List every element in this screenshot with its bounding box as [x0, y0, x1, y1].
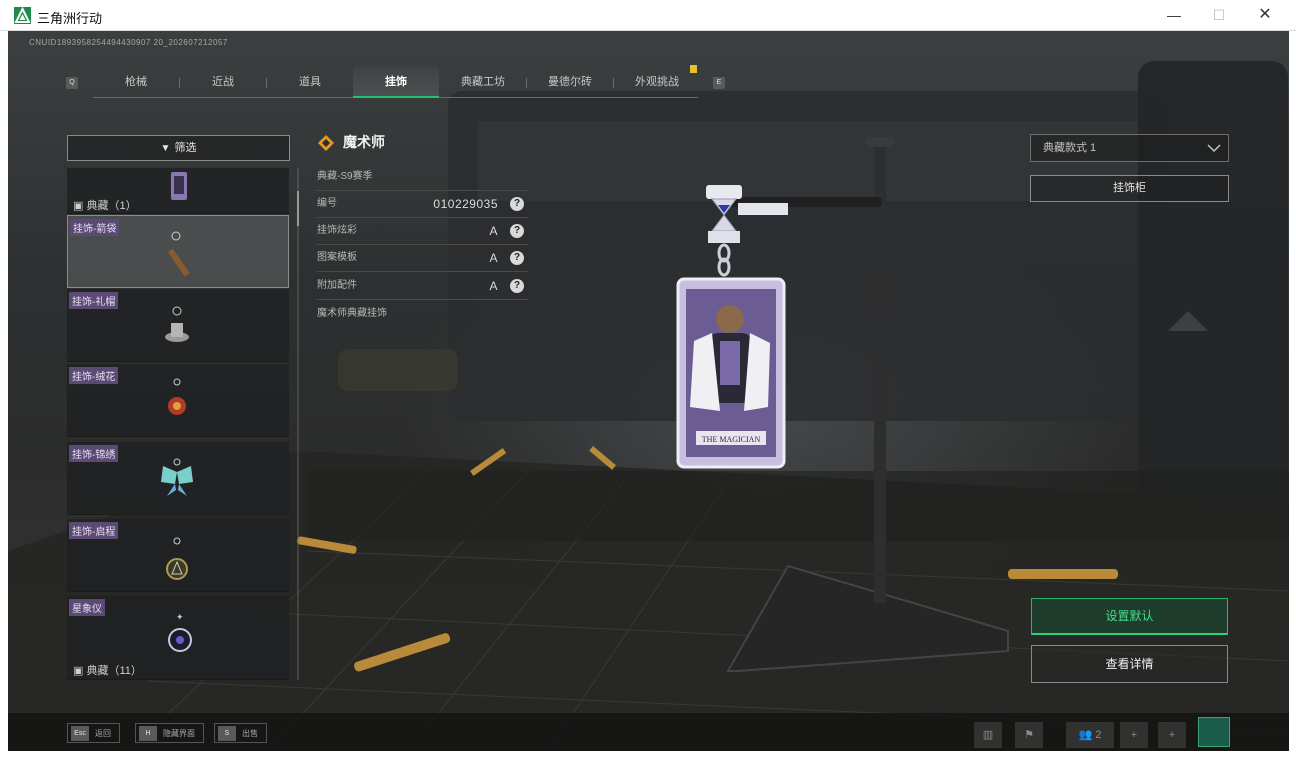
- svg-text:✦: ✦: [176, 612, 184, 622]
- view-details-button[interactable]: 查看详情: [1031, 645, 1228, 683]
- item-tag: 挂饰-箭袋: [70, 219, 120, 236]
- window-title: 三角洲行动: [37, 11, 103, 26]
- color-grade: A: [489, 224, 498, 238]
- tab-prev-key[interactable]: Q: [66, 77, 78, 89]
- add-slot-icon[interactable]: +: [1158, 722, 1186, 748]
- list-item[interactable]: 挂饰-启程: [67, 519, 289, 592]
- collection-count-top: ▣ 典藏（1）: [73, 200, 137, 212]
- set-default-button[interactable]: 设置默认: [1031, 598, 1228, 635]
- collection-style-select[interactable]: 典藏款式 1: [1030, 134, 1229, 162]
- tab-melee[interactable]: 近战: [180, 67, 266, 98]
- category-tabs: 枪械 近战 道具 挂饰 典藏工坊 曼德尔砖 外观挑战: [93, 67, 698, 98]
- chevron-down-icon: [1207, 144, 1221, 153]
- detail-row-serial: 编号 010229035 ?: [317, 191, 528, 218]
- minimize-button[interactable]: —: [1154, 4, 1194, 26]
- party-count: 2: [1095, 729, 1102, 741]
- tab-charms[interactable]: 挂饰: [353, 67, 439, 98]
- help-icon[interactable]: ?: [510, 224, 524, 238]
- s-key: S: [218, 726, 236, 742]
- tab-appearance-challenge[interactable]: 外观挑战: [614, 67, 700, 98]
- filter-icon: ▼: [160, 143, 171, 154]
- hint-sell[interactable]: S 出售: [214, 723, 267, 743]
- detail-row-pattern: 图案模板 A ?: [317, 245, 528, 272]
- notification-badge: [690, 65, 697, 73]
- serial-number: 010229035: [433, 197, 498, 211]
- hint-hide-ui[interactable]: H 隐藏界面: [135, 723, 204, 743]
- detail-row-color: 挂饰炫彩 A ?: [317, 218, 528, 245]
- help-icon[interactable]: ?: [510, 279, 524, 293]
- velvet-flower-charm-thumbnail: [168, 378, 186, 415]
- collection-count-bottom: ▣ 典藏（11）: [73, 665, 142, 677]
- collection-diamond-icon: [318, 135, 334, 151]
- accent-underline: [1032, 633, 1227, 635]
- add-slot-icon[interactable]: +: [1120, 722, 1148, 748]
- game-viewport: CNUID1893958254494430907 20_202607212057…: [8, 31, 1289, 751]
- party-button[interactable]: 👥 2: [1066, 722, 1114, 748]
- close-button[interactable]: ✕: [1245, 4, 1285, 26]
- tab-firearms[interactable]: 枪械: [93, 67, 179, 98]
- maximize-button[interactable]: ☐: [1199, 4, 1239, 26]
- list-section-header: ▣ 典藏（1）: [67, 168, 289, 214]
- item-tag: 挂饰-礼帽: [69, 292, 119, 309]
- list-item[interactable]: 挂饰-绒花: [67, 364, 289, 437]
- charm-cabinet-button[interactable]: 挂饰柜: [1030, 175, 1229, 202]
- style-select-value: 典藏款式 1: [1043, 142, 1097, 154]
- delta-force-logo-icon: [14, 7, 31, 24]
- bottom-hint-bar: Esc 返回 H 隐藏界面 S 出售 ▥ ⚑ 👥 2 + +: [8, 713, 1289, 751]
- help-icon[interactable]: ?: [510, 197, 524, 211]
- window-titlebar: 三角洲行动 — ☐ ✕: [0, 0, 1296, 31]
- gallery-icon: ▣: [73, 665, 84, 677]
- tab-mandel-brick[interactable]: 曼德尔砖: [527, 67, 613, 98]
- list-item[interactable]: 挂饰-礼帽: [67, 289, 289, 362]
- item-tag: 挂饰-锦绣: [69, 445, 119, 462]
- magician-charm-preview[interactable]: THE MAGICIAN: [638, 181, 788, 471]
- item-tag: 星象仪: [69, 599, 105, 616]
- charm-name: 魔术师: [343, 134, 385, 150]
- party-icon: 👥: [1078, 729, 1093, 741]
- departure-charm-thumbnail: [166, 537, 188, 580]
- player-uid: CNUID1893958254494430907 20_202607212057: [29, 38, 228, 47]
- help-icon[interactable]: ?: [510, 251, 524, 265]
- charm-list: ▣ 典藏（1） 挂饰-箭袋 挂饰-礼帽 挂饰-绒花 挂饰-锦绣 挂饰-启程 星象…: [67, 168, 290, 680]
- item-tag: 挂饰-启程: [69, 522, 119, 539]
- card-caption: THE MAGICIAN: [702, 435, 761, 444]
- list-item[interactable]: 挂饰-锦绣: [67, 442, 289, 515]
- charm-description: 魔术师典藏挂饰: [317, 308, 387, 319]
- hint-back[interactable]: Esc 返回: [67, 723, 120, 743]
- pattern-grade: A: [489, 251, 498, 265]
- astrolabe-charm-thumbnail: ✦: [168, 612, 192, 652]
- list-scrollbar-track[interactable]: [297, 168, 299, 680]
- stats-icon[interactable]: ▥: [974, 722, 1002, 748]
- quiver-charm-thumbnail: [168, 231, 189, 276]
- flag-icon[interactable]: ⚑: [1015, 722, 1043, 748]
- magician-charm-thumbnail: [171, 172, 187, 200]
- gallery-icon: ▣: [73, 200, 84, 212]
- tab-next-key[interactable]: E: [713, 77, 725, 89]
- h-key: H: [139, 726, 157, 742]
- filter-label: 筛选: [174, 142, 197, 154]
- tab-items[interactable]: 道具: [267, 67, 353, 98]
- detail-row-accessory: 附加配件 A ?: [317, 273, 528, 300]
- tab-collection-workshop[interactable]: 典藏工坊: [440, 67, 526, 98]
- accessory-grade: A: [489, 279, 498, 293]
- esc-key: Esc: [71, 726, 89, 742]
- top-hat-charm-thumbnail: [165, 306, 189, 342]
- list-scrollbar-thumb[interactable]: [297, 191, 299, 226]
- season-label: 典藏-S9赛季: [317, 164, 528, 191]
- butterfly-charm-thumbnail: [161, 458, 193, 496]
- list-item[interactable]: 星象仪 ✦ ▣ 典藏（11）: [67, 596, 289, 680]
- list-item[interactable]: 挂饰-箭袋: [67, 215, 289, 288]
- item-tag: 挂饰-绒花: [69, 367, 119, 384]
- avatar[interactable]: [1198, 717, 1230, 747]
- filter-button[interactable]: ▼ 筛选: [67, 135, 290, 161]
